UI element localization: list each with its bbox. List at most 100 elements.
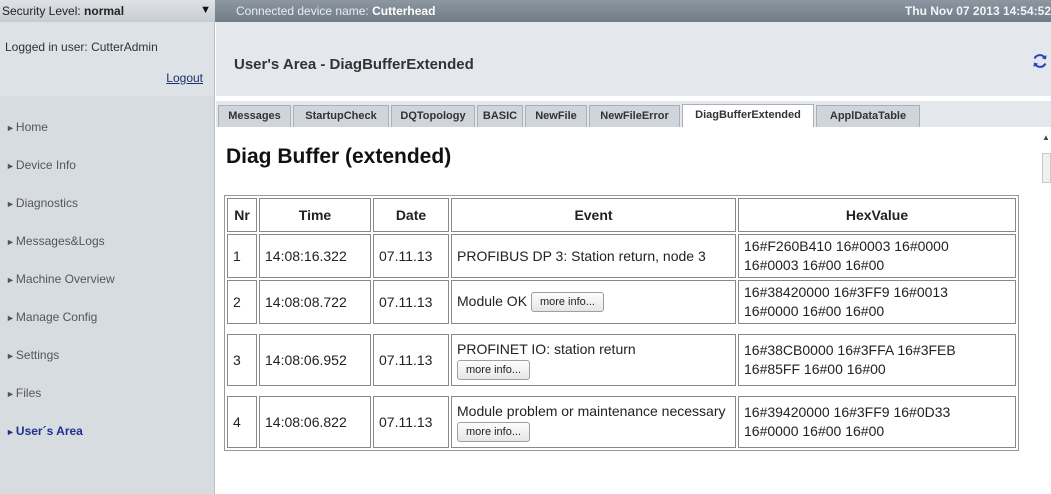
- tab-startupcheck[interactable]: StartupCheck: [293, 105, 389, 127]
- triangle-right-icon: ►: [6, 161, 15, 171]
- table-row: 4 14:08:06.822 07.11.13 Module problem o…: [227, 396, 1016, 448]
- tab-appldatatable[interactable]: ApplDataTable: [816, 105, 920, 127]
- cell-time: 14:08:06.952: [259, 334, 371, 386]
- event-text: Module problem or maintenance necessary: [457, 403, 726, 420]
- hex-line-2: 16#85FF 16#00 16#00: [744, 361, 886, 377]
- tab-bar: Messages StartupCheck DQTopology BASIC N…: [216, 101, 1051, 127]
- sidebar-item-label: User´s Area: [15, 424, 83, 438]
- top-bar: Security Level: normal ▼ Connected devic…: [0, 0, 1051, 22]
- connected-device-label: Connected device name:: [236, 4, 369, 18]
- datetime: Thu Nov 07 2013 14:54:52: [904, 4, 1051, 18]
- device-name: Cutterhead: [372, 4, 436, 18]
- triangle-right-icon: ►: [6, 427, 15, 437]
- section-heading: Diag Buffer (extended): [226, 145, 452, 168]
- cell-date: 07.11.13: [373, 396, 449, 448]
- sidebar-item-label: Messages&Logs: [15, 234, 105, 248]
- sidebar-item-label: Home: [15, 120, 48, 134]
- sidebar-item-manage-config[interactable]: ►Manage Config: [6, 310, 97, 324]
- tab-newfile[interactable]: NewFile: [525, 105, 587, 127]
- sidebar-item-settings[interactable]: ►Settings: [6, 348, 59, 362]
- page-header: User's Area - DiagBufferExtended: [216, 22, 1051, 96]
- column-header-hexvalue: HexValue: [738, 198, 1016, 232]
- cell-nr: 1: [227, 234, 257, 278]
- table-row: 2 14:08:08.722 07.11.13 Module OK more i…: [227, 280, 1016, 324]
- hex-line-1: 16#38CB0000 16#3FFA 16#3FEB: [744, 342, 956, 358]
- sidebar-item-diagnostics[interactable]: ►Diagnostics: [6, 196, 78, 210]
- sidebar-item-home[interactable]: ►Home: [6, 120, 48, 134]
- cell-time: 14:08:08.722: [259, 280, 371, 324]
- dropdown-arrow-icon[interactable]: ▼: [200, 4, 211, 16]
- sidebar-item-label: Machine Overview: [15, 272, 115, 286]
- hex-line-2: 16#0000 16#00 16#00: [744, 303, 885, 319]
- tab-diagbufferextended[interactable]: DiagBufferExtended: [682, 104, 814, 127]
- cell-date: 07.11.13: [373, 280, 449, 324]
- sidebar-item-label: Files: [15, 386, 42, 400]
- cell-hexvalue: 16#39420000 16#3FF9 16#0D33 16#0000 16#00…: [738, 396, 1016, 448]
- page-title: User's Area - DiagBufferExtended: [234, 56, 474, 73]
- column-header-event: Event: [451, 198, 736, 232]
- row-spacer: [227, 326, 1016, 332]
- security-level-label: Security Level:: [2, 4, 81, 18]
- cell-time: 14:08:16.322: [259, 234, 371, 278]
- table-row: 3 14:08:06.952 07.11.13 PROFINET IO: sta…: [227, 334, 1016, 386]
- cell-event: PROFIBUS DP 3: Station return, node 3: [451, 234, 736, 278]
- cell-hexvalue: 16#F260B410 16#0003 16#0000 16#0003 16#00…: [738, 234, 1016, 278]
- column-header-time: Time: [259, 198, 371, 232]
- sidebar-item-label: Diagnostics: [15, 196, 78, 210]
- tab-dqtopology[interactable]: DQTopology: [391, 105, 475, 127]
- scrollbar-thumb[interactable]: [1042, 153, 1051, 183]
- sidebar-nav: ►Home ►Device Info ►Diagnostics ►Message…: [0, 96, 215, 494]
- spacer-cell: [227, 388, 1016, 394]
- vertical-scrollbar[interactable]: ▲: [1040, 127, 1051, 494]
- cell-time: 14:08:06.822: [259, 396, 371, 448]
- sidebar-item-label: Settings: [15, 348, 60, 362]
- triangle-right-icon: ►: [6, 123, 15, 133]
- tab-basic[interactable]: BASIC: [477, 105, 523, 127]
- cell-event: Module problem or maintenance necessary …: [451, 396, 736, 448]
- cell-date: 07.11.13: [373, 334, 449, 386]
- cell-hexvalue: 16#38CB0000 16#3FFA 16#3FEB 16#85FF 16#00…: [738, 334, 1016, 386]
- more-info-button[interactable]: more info...: [457, 359, 531, 380]
- column-header-nr: Nr: [227, 198, 257, 232]
- sidebar-item-machine-overview[interactable]: ►Machine Overview: [6, 272, 115, 286]
- sidebar-item-messages-logs[interactable]: ►Messages&Logs: [6, 234, 105, 248]
- triangle-right-icon: ►: [6, 351, 15, 361]
- cell-nr: 3: [227, 334, 257, 386]
- login-panel: Logged in user: CutterAdmin Logout: [0, 22, 215, 96]
- cell-event: Module OK more info...: [451, 280, 736, 324]
- sidebar-item-device-info[interactable]: ►Device Info: [6, 158, 76, 172]
- cell-hexvalue: 16#38420000 16#3FF9 16#0013 16#0000 16#00…: [738, 280, 1016, 324]
- more-info-button[interactable]: more info...: [457, 421, 531, 442]
- connected-device: Connected device name: Cutterhead: [236, 4, 435, 18]
- hex-line-2: 16#0003 16#00 16#00: [744, 257, 885, 273]
- triangle-right-icon: ►: [6, 199, 15, 209]
- hex-line-1: 16#39420000 16#3FF9 16#0D33: [744, 404, 951, 420]
- spacer-cell: [227, 326, 1016, 332]
- triangle-right-icon: ►: [6, 313, 15, 323]
- sidebar-item-files[interactable]: ►Files: [6, 386, 41, 400]
- security-level-select[interactable]: Security Level: normal ▼: [0, 0, 215, 22]
- row-spacer: [227, 388, 1016, 394]
- cell-date: 07.11.13: [373, 234, 449, 278]
- table-row: 1 14:08:16.322 07.11.13 PROFIBUS DP 3: S…: [227, 234, 1016, 278]
- cell-nr: 2: [227, 280, 257, 324]
- refresh-icon[interactable]: [1031, 52, 1049, 70]
- triangle-right-icon: ►: [6, 237, 15, 247]
- scroll-up-icon[interactable]: ▲: [1042, 133, 1050, 142]
- diag-buffer-table: Nr Time Date Event HexValue 1 14:08:16.3…: [224, 195, 1019, 451]
- event-text: Module OK: [457, 292, 528, 309]
- tab-newfileerror[interactable]: NewFileError: [589, 105, 680, 127]
- hex-line-2: 16#0000 16#00 16#00: [744, 423, 885, 439]
- more-info-button[interactable]: more info...: [530, 292, 604, 313]
- triangle-right-icon: ►: [6, 389, 15, 399]
- logout-link[interactable]: Logout: [166, 71, 203, 85]
- cell-nr: 4: [227, 396, 257, 448]
- sidebar-item-users-area[interactable]: ►User´s Area: [6, 424, 83, 438]
- security-level-value: normal: [84, 4, 125, 18]
- logged-in-user: Logged in user: CutterAdmin: [5, 40, 158, 54]
- event-text: PROFINET IO: station return: [457, 341, 636, 358]
- cell-event: PROFINET IO: station return more info...: [451, 334, 736, 386]
- sidebar-item-label: Device Info: [15, 158, 76, 172]
- tab-messages[interactable]: Messages: [218, 105, 291, 127]
- column-header-date: Date: [373, 198, 449, 232]
